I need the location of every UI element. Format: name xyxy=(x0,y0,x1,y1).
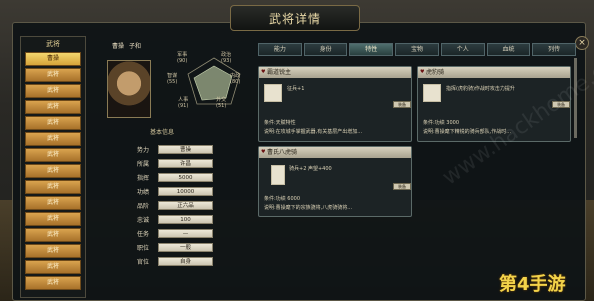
trait-title: 曹氏八虎骑 xyxy=(259,147,411,158)
info-row: 势力 曹操 xyxy=(121,145,225,155)
trait-title: 虎豹骑 xyxy=(418,67,570,78)
trait-effect: 骑兵+2 声望+400 xyxy=(289,166,332,172)
window-title: 武将详情 xyxy=(230,5,360,31)
info-row: 功绩 10000 xyxy=(121,187,225,197)
sidebar-item-12[interactable]: 武将 xyxy=(25,244,81,258)
basic-info-title: 基本信息 xyxy=(150,129,175,136)
sidebar-item-13[interactable]: 武将 xyxy=(25,260,81,274)
main-tabs: 能力 身份 特性 宝物 个人 血统 列传 xyxy=(258,43,577,56)
info-row: 官位 自身 xyxy=(121,257,225,267)
sidebar-item-10[interactable]: 武将 xyxy=(25,212,81,226)
sidebar-item-9[interactable]: 武将 xyxy=(25,196,81,210)
trait-description: 说明:在攻城手掌握武器,有关基层产出增加... xyxy=(264,129,363,135)
sidebar-item-14[interactable]: 武将 xyxy=(25,276,81,290)
info-row: 忠诚 100 xyxy=(121,215,225,225)
general-courtesy: 子和 xyxy=(129,43,142,50)
general-name: 曹操 xyxy=(112,43,125,50)
equip-button[interactable]: 装备 xyxy=(393,101,411,108)
sidebar-item-5[interactable]: 武将 xyxy=(25,132,81,146)
general-portrait xyxy=(107,60,151,118)
tab-ability[interactable]: 能力 xyxy=(258,43,302,56)
sidebar-item-7[interactable]: 武将 xyxy=(25,164,81,178)
tab-biography[interactable]: 列传 xyxy=(532,43,577,56)
sidebar-item-8[interactable]: 武将 xyxy=(25,180,81,194)
info-row: 所属 许昌 xyxy=(121,159,225,169)
trait-panel-1: 霸道锐主 征兵+1 装备 条件:天赋特性 说明:在攻城手掌握武器,有关基层产出增… xyxy=(258,66,412,142)
close-button[interactable]: × xyxy=(575,36,589,50)
stat-diplomacy: 外交 (51) xyxy=(216,97,227,109)
sidebar-item-6[interactable]: 武将 xyxy=(25,148,81,162)
tab-treasure[interactable]: 宝物 xyxy=(395,43,439,56)
sidebar-item-2[interactable]: 武将 xyxy=(25,84,81,98)
info-row: 品阶 正六品 xyxy=(121,201,225,211)
trait-icon xyxy=(271,165,285,185)
sidebar-item-1[interactable]: 武将 xyxy=(25,68,81,82)
stat-army: 军事 (90) xyxy=(177,52,188,64)
trait-icon xyxy=(264,84,282,102)
sidebar-item-4[interactable]: 武将 xyxy=(25,116,81,130)
tab-personal[interactable]: 个人 xyxy=(440,43,485,56)
tab-lineage[interactable]: 血统 xyxy=(486,43,531,56)
trait-description: 说明:曹操麾下的宗族骁将,八虎骑骑将... xyxy=(264,205,353,211)
site-logo: 第4手游 xyxy=(499,274,566,295)
stat-wisdom: 智谋 (55) xyxy=(167,73,178,85)
trait-condition: 条件:天赋特性 xyxy=(264,120,296,126)
info-row: 指挥 5000 xyxy=(121,173,225,183)
trait-effect: 指挥(虎豹骑)作战时攻击力提升 xyxy=(446,86,515,92)
info-row: 职位 一般 xyxy=(121,243,225,253)
general-name-row: 曹操 子和 xyxy=(112,41,141,50)
stat-personnel: 人事 (91) xyxy=(178,97,189,109)
sidebar-item-11[interactable]: 武将 xyxy=(25,228,81,242)
equip-button[interactable]: 装备 xyxy=(393,183,411,190)
stat-affairs: 内政 (80) xyxy=(230,73,241,85)
trait-icon xyxy=(423,84,441,102)
trait-title: 霸道锐主 xyxy=(259,67,411,78)
sidebar-item-0[interactable]: 曹操 xyxy=(25,52,81,66)
title-text: 武将详情 xyxy=(268,11,321,26)
tab-traits[interactable]: 特性 xyxy=(349,43,394,56)
sidebar-item-3[interactable]: 武将 xyxy=(25,100,81,114)
info-row: 任务 — xyxy=(121,229,225,239)
stat-politics: 政治 (93) xyxy=(221,52,232,64)
game-scene: 武将详情 × 武将 曹操 武将 武将 武将 武将 武将 武将 武将 武将 武将 … xyxy=(0,0,594,301)
tab-identity[interactable]: 身份 xyxy=(303,43,348,56)
trait-condition: 条件:功绩 3000 xyxy=(423,120,459,126)
sidebar-header: 武将 xyxy=(46,40,60,48)
trait-panel-3: 曹氏八虎骑 骑兵+2 声望+400 装备 条件:功绩 6000 说明:曹操麾下的… xyxy=(258,146,412,217)
trait-effect: 征兵+1 xyxy=(287,86,305,92)
trait-condition: 条件:功绩 6000 xyxy=(264,196,300,202)
